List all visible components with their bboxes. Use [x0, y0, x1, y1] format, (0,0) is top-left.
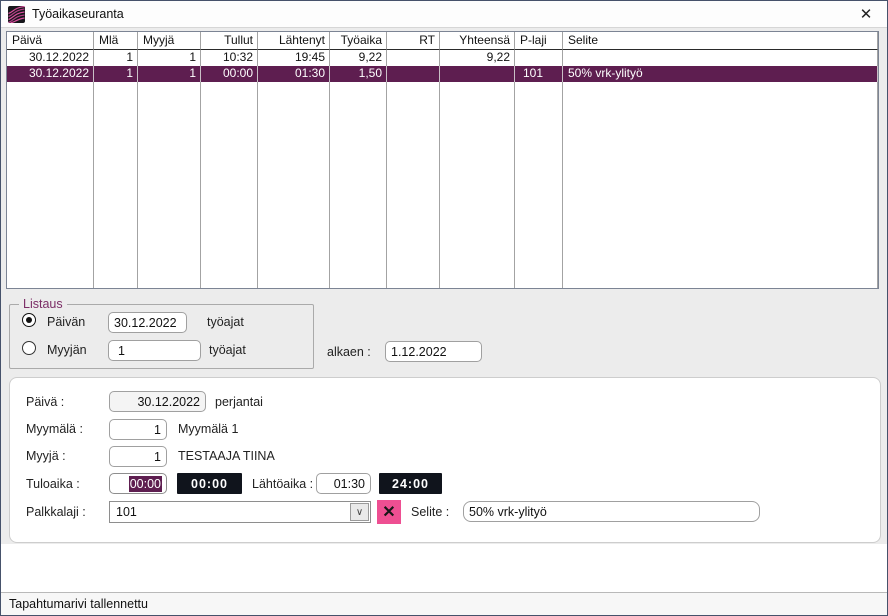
- table-empty-column-3: [201, 82, 258, 288]
- table-cell-r1-c5[interactable]: 1,50: [330, 66, 387, 82]
- paiva-input[interactable]: [109, 391, 206, 412]
- paivan-suffix-label: työajat: [207, 315, 244, 329]
- table-cell-r0-c7[interactable]: 9,22: [440, 50, 515, 66]
- tuloaika-input[interactable]: 00:00: [109, 473, 167, 494]
- app-logo-icon: [8, 6, 25, 23]
- table-empty-column-2: [138, 82, 201, 288]
- tuloaika-selected-text: 00:00: [129, 476, 162, 492]
- column-header-3: Tullut: [201, 32, 258, 50]
- table-cell-r0-c6[interactable]: [387, 50, 440, 66]
- column-header-2: Myyjä: [138, 32, 201, 50]
- table-empty-column-6: [387, 82, 440, 288]
- table-cell-r1-c6[interactable]: [387, 66, 440, 82]
- lahtoaika-label: Lähtöaika :: [252, 477, 313, 491]
- tuloaika-label: Tuloaika :: [26, 477, 80, 491]
- paiva-label: Päivä :: [26, 395, 64, 409]
- paivan-date-input[interactable]: [108, 312, 187, 333]
- listaus-groupbox-title: Listaus: [19, 297, 67, 311]
- column-header-8: P-laji: [515, 32, 563, 50]
- table-empty-column-1: [94, 82, 138, 288]
- table-cell-r1-c3[interactable]: 00:00: [201, 66, 258, 82]
- table-cell-r1-c0[interactable]: 30.12.2022: [7, 66, 94, 82]
- table-empty-column-9: [563, 82, 878, 288]
- table-cell-r1-c2[interactable]: 1: [138, 66, 201, 82]
- table-cell-r0-c4[interactable]: 19:45: [258, 50, 330, 66]
- myymala-label: Myymälä :: [26, 422, 83, 436]
- column-header-4: Lähtenyt: [258, 32, 330, 50]
- alkaen-label: alkaen :: [327, 345, 371, 359]
- myyjan-suffix-label: työajat: [209, 343, 246, 357]
- myymala-name-label: Myymälä 1: [178, 422, 238, 436]
- palkkalaji-combobox[interactable]: 101 ∨: [109, 501, 371, 523]
- myyja-name-label: TESTAAJA TIINA: [178, 449, 275, 463]
- column-header-9: Selite: [563, 32, 878, 50]
- title-bar: Työaikaseuranta ✕: [1, 1, 887, 28]
- chevron-down-icon[interactable]: ∨: [350, 503, 369, 521]
- table-empty-column-0: [7, 82, 94, 288]
- table-cell-r1-c7[interactable]: [440, 66, 515, 82]
- palkkalaji-value: 101: [116, 505, 137, 519]
- column-header-6: RT: [387, 32, 440, 50]
- selite-input[interactable]: [463, 501, 760, 522]
- table-empty-column-7: [440, 82, 515, 288]
- column-header-1: Mlä: [94, 32, 138, 50]
- myymala-input[interactable]: [109, 419, 167, 440]
- app-window: Työaikaseuranta ✕ PäiväMläMyyjäTullutLäh…: [0, 0, 888, 616]
- column-header-7: Yhteensä: [440, 32, 515, 50]
- column-header-0: Päivä: [7, 32, 94, 50]
- table-empty-column-8: [515, 82, 563, 288]
- table-cell-r1-c4[interactable]: 01:30: [258, 66, 330, 82]
- table-empty-column-4: [258, 82, 330, 288]
- myyja-input[interactable]: [109, 446, 167, 467]
- table-cell-r0-c5[interactable]: 9,22: [330, 50, 387, 66]
- status-bar: Tapahtumarivi tallennettu: [1, 592, 887, 616]
- table-cell-r0-c9[interactable]: [563, 50, 878, 66]
- lahtoaika-input[interactable]: [316, 473, 371, 494]
- column-header-5: Työaika: [330, 32, 387, 50]
- radio-paivan-label: Päivän: [47, 315, 85, 329]
- toolbar-zone: OHJEF1UUSIF3TALLENNAF4◀F5▶F6LISTAF7POIST…: [1, 544, 887, 592]
- myyja-label: Myyjä :: [26, 449, 66, 463]
- table-cell-r0-c1[interactable]: 1: [94, 50, 138, 66]
- lahtoaika-badge: 24:00: [379, 473, 442, 494]
- radio-myyjan-label: Myyjän: [47, 343, 87, 357]
- clear-palkkalaji-icon[interactable]: ✕: [377, 500, 401, 524]
- table-empty-column-5: [330, 82, 387, 288]
- alkaen-date-input[interactable]: [385, 341, 482, 362]
- radio-myyjan[interactable]: [22, 341, 36, 355]
- table-cell-r1-c1[interactable]: 1: [94, 66, 138, 82]
- myyjan-number-input[interactable]: [108, 340, 201, 361]
- worktime-table: PäiväMläMyyjäTullutLähtenytTyöaikaRTYhte…: [6, 31, 879, 289]
- close-icon[interactable]: ✕: [853, 2, 879, 26]
- palkkalaji-label: Palkkalaji :: [26, 505, 86, 519]
- selite-label: Selite :: [411, 505, 449, 519]
- table-cell-r1-c8[interactable]: 101: [515, 66, 563, 82]
- radio-paivan[interactable]: [22, 313, 36, 327]
- table-cell-r0-c3[interactable]: 10:32: [201, 50, 258, 66]
- tuloaika-badge: 00:00: [177, 473, 242, 494]
- status-message: Tapahtumarivi tallennettu: [9, 597, 148, 611]
- paiva-weekday-label: perjantai: [215, 395, 263, 409]
- table-cell-r1-c9[interactable]: 50% vrk-ylityö: [563, 66, 878, 82]
- table-cell-r0-c8[interactable]: [515, 50, 563, 66]
- window-title: Työaikaseuranta: [32, 7, 124, 21]
- table-cell-r0-c0[interactable]: 30.12.2022: [7, 50, 94, 66]
- table-cell-r0-c2[interactable]: 1: [138, 50, 201, 66]
